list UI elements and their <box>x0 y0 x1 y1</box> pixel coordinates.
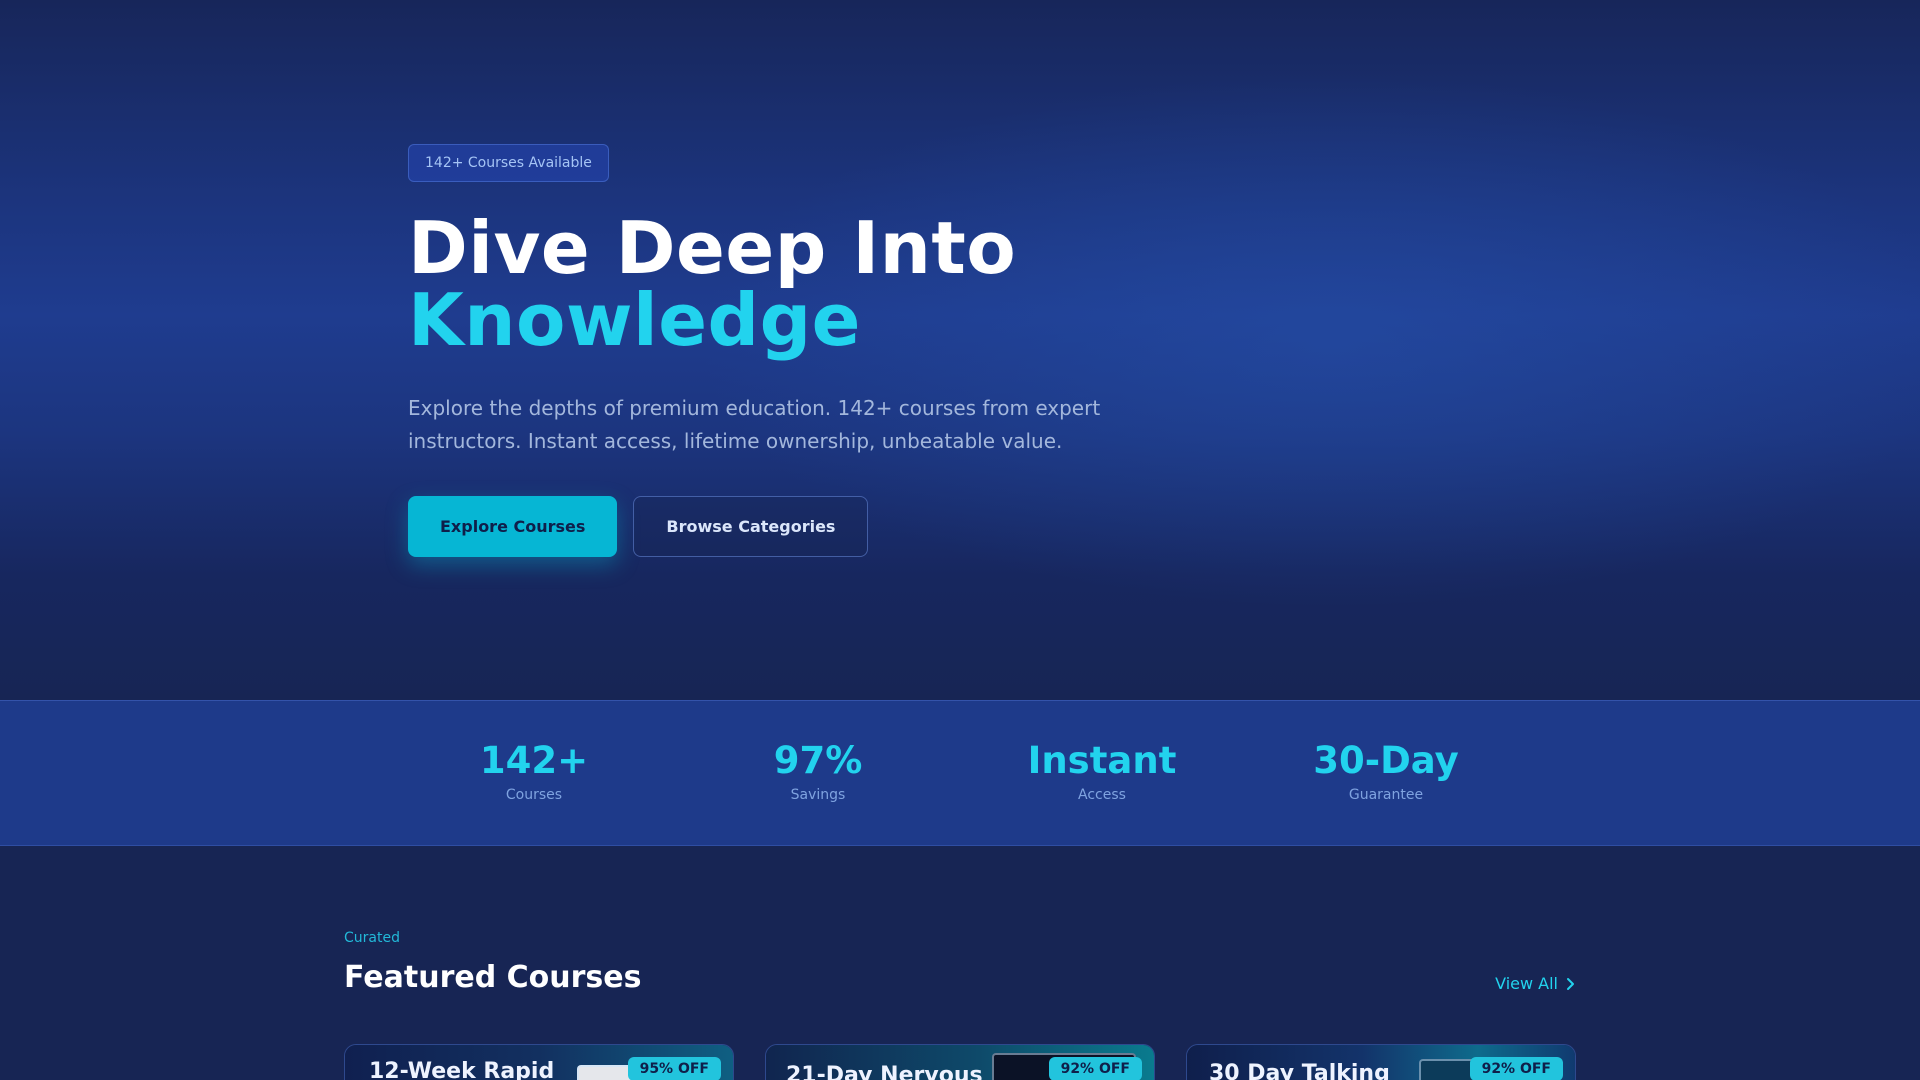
headline-line-1: Dive Deep Into <box>408 206 1017 290</box>
headline-line-2: Knowledge <box>408 278 861 362</box>
stat-value: 142+ <box>479 739 589 782</box>
course-card-title: 21-Day Nervous <box>786 1063 983 1080</box>
stat-courses: 142+ Courses <box>392 739 676 803</box>
hero-subtitle: Explore the depths of premium education.… <box>408 396 1101 453</box>
stat-label: Access <box>1078 787 1126 803</box>
stat-label: Savings <box>790 787 846 803</box>
stat-savings: 97% Savings <box>676 739 960 803</box>
featured-course-cards: 12-Week Rapid 95% OFF 21-Day Nervous 92%… <box>344 1044 1576 1080</box>
courses-available-badge: 142+ Courses Available <box>408 144 609 182</box>
chevron-right-icon <box>1567 977 1574 990</box>
hero-section: 142+ Courses Available Dive Deep Into Kn… <box>0 0 1920 700</box>
stat-value: 97% <box>773 739 863 782</box>
stat-guarantee: 30-Day Guarantee <box>1244 739 1528 803</box>
view-all-label: View All <box>1495 974 1558 993</box>
featured-courses-header: Curated Featured Courses View All <box>344 930 1576 995</box>
stat-access: Instant Access <box>960 739 1244 803</box>
course-card-title: 12-Week Rapid <box>369 1059 555 1080</box>
view-all-link[interactable]: View All <box>1495 974 1576 993</box>
course-card-title: 30 Day Talking <box>1209 1061 1390 1080</box>
cta-row: Explore Courses Browse Categories <box>408 496 1208 557</box>
stat-value: Instant <box>1027 739 1177 782</box>
discount-badge: 95% OFF <box>627 1057 721 1080</box>
stats-band: 142+ Courses 97% Savings Instant Access … <box>0 700 1920 846</box>
course-card[interactable]: 30 Day Talking 92% OFF <box>1186 1044 1576 1080</box>
stat-label: Courses <box>505 787 563 803</box>
discount-badge: 92% OFF <box>1048 1057 1142 1080</box>
course-card[interactable]: 12-Week Rapid 95% OFF <box>344 1044 734 1080</box>
discount-badge: 92% OFF <box>1469 1057 1563 1080</box>
browse-categories-button[interactable]: Browse Categories <box>633 496 869 557</box>
hero-headline: Dive Deep Into Knowledge <box>408 212 1208 356</box>
section-eyebrow: Curated <box>344 930 400 946</box>
stat-value: 30-Day <box>1313 739 1459 782</box>
section-title: Featured Courses <box>344 960 642 995</box>
explore-courses-button[interactable]: Explore Courses <box>408 496 618 557</box>
hero-content: 142+ Courses Available Dive Deep Into Kn… <box>408 144 1208 557</box>
stat-label: Guarantee <box>1348 787 1424 803</box>
course-card[interactable]: 21-Day Nervous 92% OFF <box>765 1044 1155 1080</box>
